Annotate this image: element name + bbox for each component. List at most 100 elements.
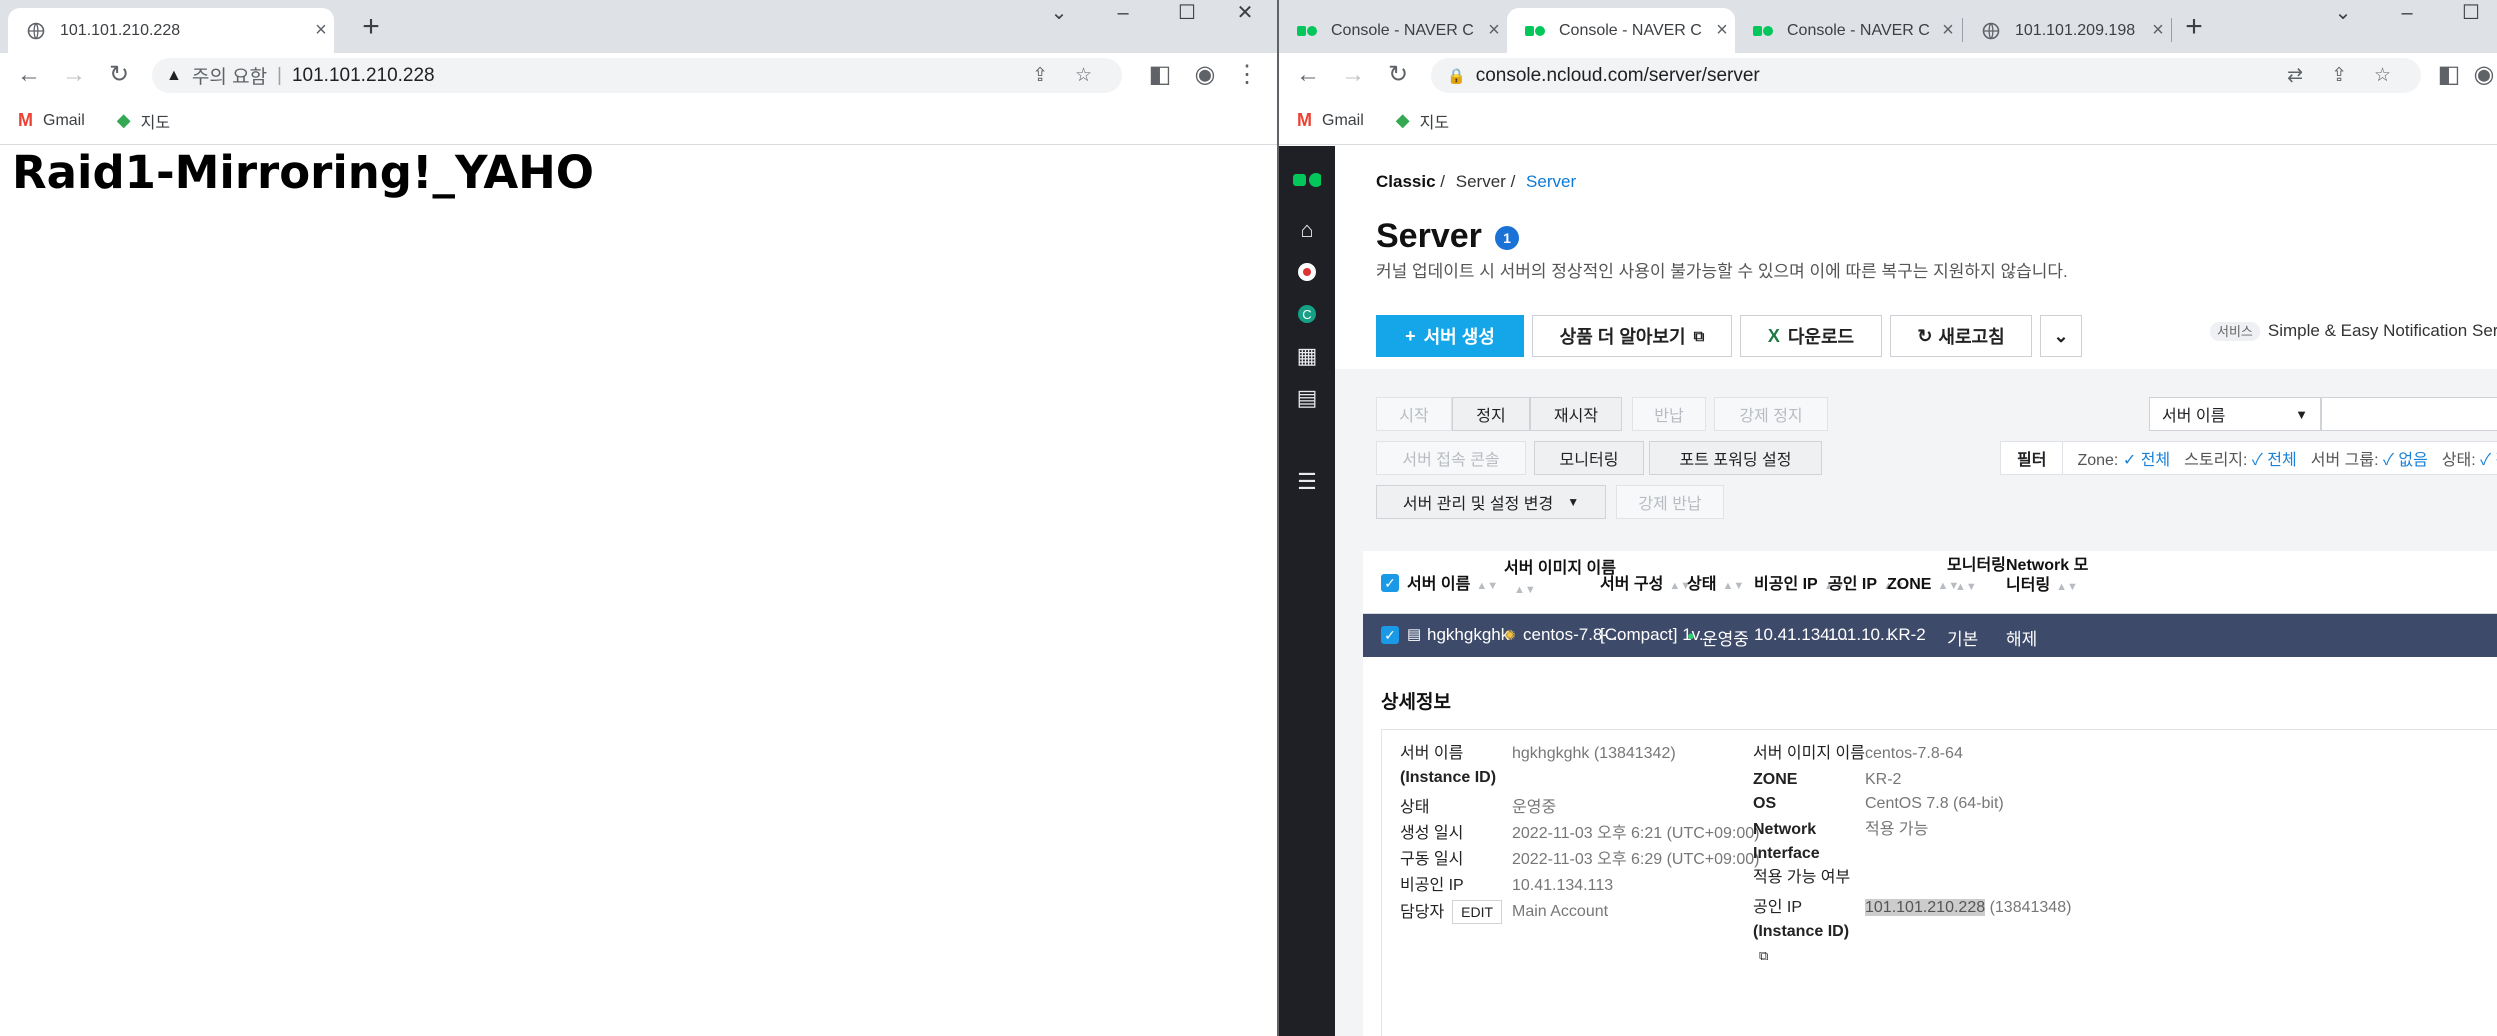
download-button[interactable]: X 다운로드 [1740,315,1882,357]
col-network[interactable]: Network 모 니터링 ▲▼ [2006,556,2088,597]
tab-console-3[interactable]: Console - NAVER C × [1735,8,1961,53]
filter-bar: 필터 Zone: ✓ 전체 스토리지: ✓ 전체 서버 그룹: ✓ 없음 상태:… [2000,441,2497,475]
apps-icon[interactable]: ▦ [1293,342,1321,370]
close-icon[interactable]: × [1709,19,1735,42]
filter-button[interactable]: 필터 [2001,442,2064,474]
window-close-icon[interactable]: ✕ [1215,0,1275,30]
col-label: 모니터링 [1947,557,2006,574]
refresh-button[interactable]: ↻ 새로고침 [1890,315,2032,357]
close-icon[interactable]: × [2145,19,2171,42]
col-label: 서버 구성 [1600,576,1664,593]
profile-icon[interactable]: ◉ [2467,58,2497,92]
tab-search-icon[interactable]: ⌄ [1027,0,1091,30]
maximize-icon[interactable]: ☐ [1155,0,1219,30]
back-icon[interactable]: ← [1291,58,1325,92]
select-all-checkbox[interactable]: ✓ [1381,574,1399,592]
tab-console-1[interactable]: Console - NAVER C × [1279,8,1507,53]
edit-owner-button[interactable]: EDIT [1452,900,1503,924]
translate-icon[interactable]: ⇄ [2287,64,2303,87]
close-icon[interactable]: × [1935,19,1961,42]
bookmark-gmail[interactable]: M Gmail [18,110,85,131]
star-icon[interactable]: ☆ [2374,64,2391,87]
server-icon: ▤ [1407,626,1422,643]
new-tab-button[interactable]: + [2176,10,2212,44]
breadcrumb-root[interactable]: Classic [1376,172,1436,191]
close-icon[interactable]: × [308,19,334,42]
reload-icon[interactable]: ↻ [102,58,136,92]
separator: | [277,64,282,86]
dashboard-icon[interactable]: ▤ [1293,384,1321,412]
tab-search-icon[interactable]: ⌄ [2311,0,2375,30]
storage-filter[interactable]: 스토리지: ✓ 전체 [2184,446,2297,470]
start-button[interactable]: 시작 [1376,397,1452,431]
tab-console-2[interactable]: Console - NAVER C × [1507,8,1735,53]
table-row[interactable]: ✓ ▤ hgkhgkghk ✺ centos-7.8-... [Compact]… [1363,614,2497,657]
detail-label: 상태 [1400,799,1430,816]
star-icon[interactable]: ☆ [1075,64,1092,87]
forward-icon[interactable]: → [1336,58,1370,92]
bookmark-maps[interactable]: ◆ 지도 [117,109,170,133]
excel-icon: X [1767,325,1780,346]
gmail-icon: M [18,110,33,130]
public-ip-selected[interactable]: 101.101.210.228 [1865,899,1986,916]
force-return-button[interactable]: 강제 반납 [1616,485,1724,519]
minimize-icon[interactable]: – [1091,0,1155,30]
side-panel-icon[interactable]: ◧ [2432,58,2466,92]
col-spec[interactable]: 서버 구성 ▲▼ [1600,575,1691,596]
server-menu-icon[interactable]: ☰ [1293,468,1321,496]
reload-icon[interactable]: ↻ [1381,58,1415,92]
cell-zone: KR-2 [1887,625,1926,644]
manage-settings-dropdown[interactable]: 서버 관리 및 설정 변경 ▼ [1376,485,1606,519]
region-flag-icon[interactable] [1293,258,1321,286]
col-name[interactable]: 서버 이름 ▲▼ [1407,575,1498,596]
console-access-button[interactable]: 서버 접속 콘솔 [1376,441,1526,475]
return-button[interactable]: 반납 [1632,397,1706,431]
restart-button[interactable]: 재시작 [1530,397,1622,431]
tab-title: Console - NAVER C [1331,21,1474,39]
bookmark-maps[interactable]: ◆ 지도 [1396,109,1449,133]
stop-button[interactable]: 정지 [1452,397,1530,431]
breadcrumb-section[interactable]: Server [1456,172,1506,191]
monitoring-button[interactable]: 모니터링 [1534,441,1644,475]
home-icon[interactable]: ⌂ [1293,216,1321,244]
share-icon[interactable]: ⇪ [2331,64,2347,87]
col-monitoring[interactable]: 모니터링 ▲▼ [1947,556,2006,597]
tab-strip: Console - NAVER C × Console - NAVER C × … [1279,0,2497,53]
new-tab-button[interactable]: + [353,10,389,44]
address-bar[interactable]: ▲ 주의 요함 | 101.101.210.228 ⇪ ☆ [152,58,1122,93]
learn-more-button[interactable]: 상품 더 알아보기 ⧉ [1532,315,1732,357]
tab-ip[interactable]: 101.101.209.198 × [1963,8,2171,53]
create-server-button[interactable]: + 서버 생성 [1376,315,1524,357]
maximize-icon[interactable]: ☐ [2439,0,2497,30]
detail-label: 공인 IP (Instance ID) ⧉ [1753,896,1849,968]
cell-name[interactable]: hgkhgkghk [1427,625,1509,645]
forward-icon[interactable]: → [57,58,91,92]
group-filter[interactable]: 서버 그룹: ✓ 없음 [2311,446,2428,470]
zone-filter[interactable]: Zone: ✓ 전체 [2077,446,2170,470]
menu-icon[interactable]: ⋮ [1230,58,1264,92]
port-forwarding-button[interactable]: 포트 포워딩 설정 [1649,441,1822,475]
col-status[interactable]: 상태 ▲▼ [1687,575,1744,596]
copy-icon[interactable]: ⧉ [1759,948,1768,963]
more-dropdown-button[interactable]: ⌄ [2040,315,2082,357]
side-panel-icon[interactable]: ◧ [1143,58,1177,92]
tab-active[interactable]: 101.101.210.228 × [8,8,334,53]
status-filter[interactable]: 상태: ✓ 전 [2442,446,2497,470]
bookmark-label: Gmail [43,111,85,129]
bookmark-gmail[interactable]: M Gmail [1297,110,1364,131]
force-stop-button[interactable]: 강제 정지 [1714,397,1828,431]
search-input[interactable] [2321,397,2497,431]
back-icon[interactable]: ← [12,58,46,92]
close-icon[interactable]: × [1481,19,1507,42]
row-checkbox[interactable]: ✓ [1381,626,1399,644]
classic-icon[interactable]: C [1293,300,1321,328]
search-field-select[interactable]: 서버 이름 ▼ [2149,397,2321,431]
service-tag[interactable]: 서비스 Simple & Easy Notification Ser [2210,321,2497,341]
minimize-icon[interactable]: – [2375,0,2439,30]
profile-icon[interactable]: ◉ [1188,58,1222,92]
detail-value: 101.101.210.228 (13841348) [1865,896,2071,920]
share-icon[interactable]: ⇪ [1032,64,1048,87]
address-bar[interactable]: 🔒 console.ncloud.com/server/server ⇄ ⇪ ☆ [1431,58,2421,93]
naver-cloud-logo[interactable] [1293,166,1321,194]
cell-monitoring: 기본 [1947,630,1979,649]
